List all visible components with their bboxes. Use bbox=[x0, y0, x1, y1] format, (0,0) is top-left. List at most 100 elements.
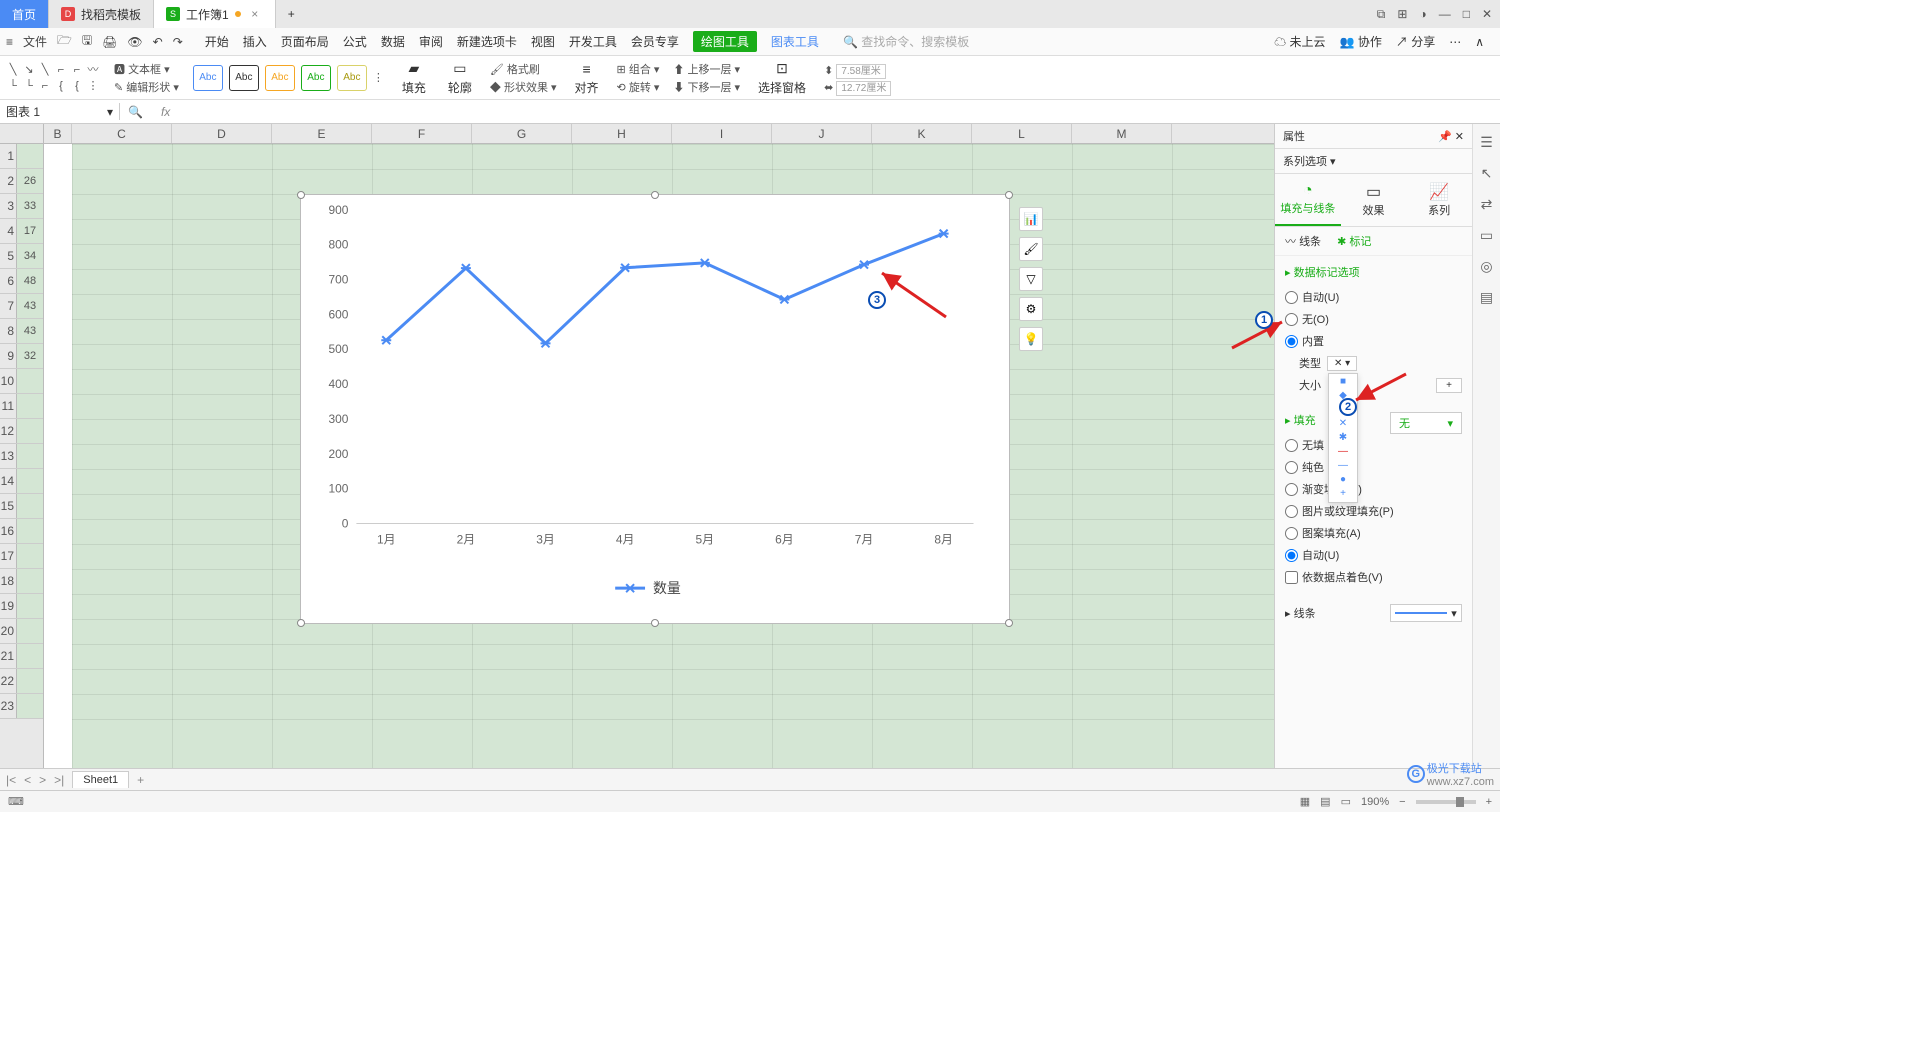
sheet-first-icon[interactable]: |< bbox=[6, 773, 16, 787]
textbox-button[interactable]: 🅰 文本框 ▾ bbox=[114, 61, 179, 77]
redo-icon[interactable]: ↷ bbox=[173, 35, 183, 49]
align-button[interactable]: ≡对齐 bbox=[571, 58, 603, 98]
shape-effect-button[interactable]: ◆ 形状效果 ▾ bbox=[490, 79, 557, 95]
add-sheet-icon[interactable]: + bbox=[137, 773, 144, 787]
tab-chart-tools[interactable]: 图表工具 bbox=[771, 33, 819, 50]
tab-draw-tools[interactable]: 绘图工具 bbox=[693, 31, 757, 52]
close-panel-icon[interactable]: ✕ bbox=[1455, 131, 1464, 143]
col-head[interactable]: C bbox=[72, 124, 172, 143]
col-head[interactable]: L bbox=[972, 124, 1072, 143]
side-settings-icon[interactable]: ⇄ bbox=[1481, 196, 1493, 213]
col-head[interactable]: I bbox=[672, 124, 772, 143]
cloud-status[interactable]: ☁ 未上云 bbox=[1274, 33, 1325, 50]
view-page-icon[interactable]: ▭ bbox=[1341, 795, 1351, 808]
check-bypoint[interactable]: 依数据点着色(V) bbox=[1285, 566, 1462, 588]
tab-member[interactable]: 会员专享 bbox=[631, 33, 679, 50]
chart-idea-icon[interactable]: 💡 bbox=[1019, 327, 1043, 351]
zoom-value[interactable]: 190% bbox=[1361, 796, 1389, 808]
open-icon[interactable]: 🗁 bbox=[57, 31, 72, 52]
height-input[interactable]: 7.58厘米 bbox=[836, 64, 885, 79]
subtab-line[interactable]: 〰 线条 bbox=[1285, 233, 1321, 249]
tab-insert[interactable]: 插入 bbox=[243, 33, 267, 50]
side-sheet-icon[interactable]: ▤ bbox=[1480, 289, 1493, 306]
worksheet[interactable]: B C D E F G H I J K L M 1226333417534648… bbox=[0, 124, 1274, 768]
tab-dev[interactable]: 开发工具 bbox=[569, 33, 617, 50]
col-head[interactable]: M bbox=[1072, 124, 1172, 143]
radio-none[interactable]: 无(O) bbox=[1285, 308, 1462, 330]
col-head[interactable]: K bbox=[872, 124, 972, 143]
col-head[interactable]: J bbox=[772, 124, 872, 143]
zoom-fx-icon[interactable]: 🔍 bbox=[120, 105, 151, 119]
marker-type-select[interactable]: ✕ ▾ ■◆▲✕✱——●+ bbox=[1327, 356, 1357, 371]
view-layout-icon[interactable]: ▤ bbox=[1320, 795, 1330, 808]
selection-pane-button[interactable]: ⊡选择窗格 bbox=[754, 58, 810, 98]
apps-icon[interactable]: ⊞ bbox=[1397, 7, 1407, 21]
zoom-out-icon[interactable]: − bbox=[1399, 796, 1405, 808]
name-box[interactable]: 图表 1▾ bbox=[0, 103, 120, 120]
add-tab-button[interactable]: + bbox=[276, 0, 307, 28]
format-brush-button[interactable]: 🖌 格式刷 bbox=[490, 61, 557, 77]
group-button[interactable]: ⊞ 组合 ▾ bbox=[617, 61, 660, 77]
col-head[interactable]: D bbox=[172, 124, 272, 143]
close-tab-icon[interactable]: × bbox=[247, 7, 263, 21]
minimize-button[interactable]: — bbox=[1439, 7, 1451, 21]
col-head[interactable]: G bbox=[472, 124, 572, 143]
sheet-tab[interactable]: Sheet1 bbox=[72, 771, 129, 788]
send-backward-button[interactable]: ⬇ 下移一层 ▾ bbox=[673, 79, 740, 95]
bring-forward-button[interactable]: ⬆ 上移一层 ▾ bbox=[673, 61, 740, 77]
chart-settings-icon[interactable]: ⚙ bbox=[1019, 297, 1043, 321]
rotate-button[interactable]: ⟲ 旋转 ▾ bbox=[617, 79, 660, 95]
tab-data[interactable]: 数据 bbox=[381, 33, 405, 50]
radio-autofill[interactable]: 自动(U) bbox=[1285, 544, 1462, 566]
outline-button[interactable]: ▭轮廓 bbox=[444, 58, 476, 98]
editshape-button[interactable]: ✎ 编辑形状 ▾ bbox=[114, 79, 179, 95]
fill-select[interactable]: 无▾ bbox=[1390, 412, 1462, 434]
col-head[interactable]: B bbox=[44, 124, 72, 143]
ptab-series[interactable]: 📈系列 bbox=[1406, 174, 1472, 226]
size-plus-button[interactable]: + bbox=[1436, 378, 1462, 393]
tab-templates[interactable]: D 找稻壳模板 bbox=[49, 0, 154, 28]
chart-brush-icon[interactable]: 🖌 bbox=[1019, 237, 1043, 261]
sheet-prev-icon[interactable]: < bbox=[24, 773, 31, 787]
line-section-title[interactable]: ▸ 线条 bbox=[1285, 605, 1316, 621]
col-head[interactable]: E bbox=[272, 124, 372, 143]
radio-nofill[interactable]: 无填 bbox=[1285, 434, 1462, 456]
view-normal-icon[interactable]: ▦ bbox=[1300, 795, 1310, 808]
ptab-fill-line[interactable]: ◔填充与线条 bbox=[1275, 174, 1341, 226]
tab-view[interactable]: 视图 bbox=[531, 33, 555, 50]
command-search[interactable]: 🔍 查找命令、搜索模板 bbox=[843, 33, 969, 50]
hamburger-icon[interactable]: ≡ bbox=[6, 35, 13, 49]
radio-builtin[interactable]: 内置 bbox=[1285, 330, 1462, 352]
sheet-last-icon[interactable]: >| bbox=[54, 773, 64, 787]
col-head[interactable]: F bbox=[372, 124, 472, 143]
share-button[interactable]: ↗ 分享 bbox=[1396, 33, 1435, 50]
tab-review[interactable]: 审阅 bbox=[419, 33, 443, 50]
col-head[interactable]: H bbox=[572, 124, 672, 143]
pin-icon[interactable]: 📌 bbox=[1438, 131, 1452, 143]
undo-icon[interactable]: ↶ bbox=[153, 35, 163, 49]
coop-button[interactable]: 👥 协作 bbox=[1340, 33, 1382, 50]
width-input[interactable]: 12.72厘米 bbox=[836, 81, 891, 96]
radio-picture[interactable]: 图片或纹理填充(P) bbox=[1285, 500, 1462, 522]
tab-formula[interactable]: 公式 bbox=[343, 33, 367, 50]
preview-icon[interactable]: 👁 bbox=[127, 35, 142, 49]
chart-filter-icon[interactable]: ▽ bbox=[1019, 267, 1043, 291]
maximize-button[interactable]: □ bbox=[1463, 7, 1470, 21]
fill-button[interactable]: ▰填充 bbox=[398, 58, 430, 98]
tab-newtab[interactable]: 新建选项卡 bbox=[457, 33, 517, 50]
zoom-slider[interactable] bbox=[1416, 800, 1476, 804]
layout-icon[interactable]: ⧉ bbox=[1377, 7, 1386, 22]
radio-pattern[interactable]: 图案填充(A) bbox=[1285, 522, 1462, 544]
file-menu[interactable]: 文件 bbox=[23, 33, 47, 50]
series-options-dropdown[interactable]: 系列选项 ▾ bbox=[1275, 149, 1472, 174]
print-icon[interactable]: 🖨 bbox=[102, 35, 117, 49]
style-presets[interactable]: AbcAbcAbcAbcAbc⋮ bbox=[193, 65, 384, 91]
more-icon[interactable]: ⋯ bbox=[1449, 35, 1461, 49]
subtab-marker[interactable]: ✱ 标记 bbox=[1337, 233, 1371, 249]
sheet-next-icon[interactable]: > bbox=[39, 773, 46, 787]
tab-workbook[interactable]: S 工作簿1 × bbox=[154, 0, 276, 28]
side-home-icon[interactable]: ☰ bbox=[1480, 134, 1493, 151]
cursor-icon[interactable]: ↖ bbox=[1481, 165, 1493, 182]
fx-icon[interactable]: fx bbox=[151, 105, 180, 119]
save-icon[interactable]: 🖫 bbox=[82, 31, 92, 52]
